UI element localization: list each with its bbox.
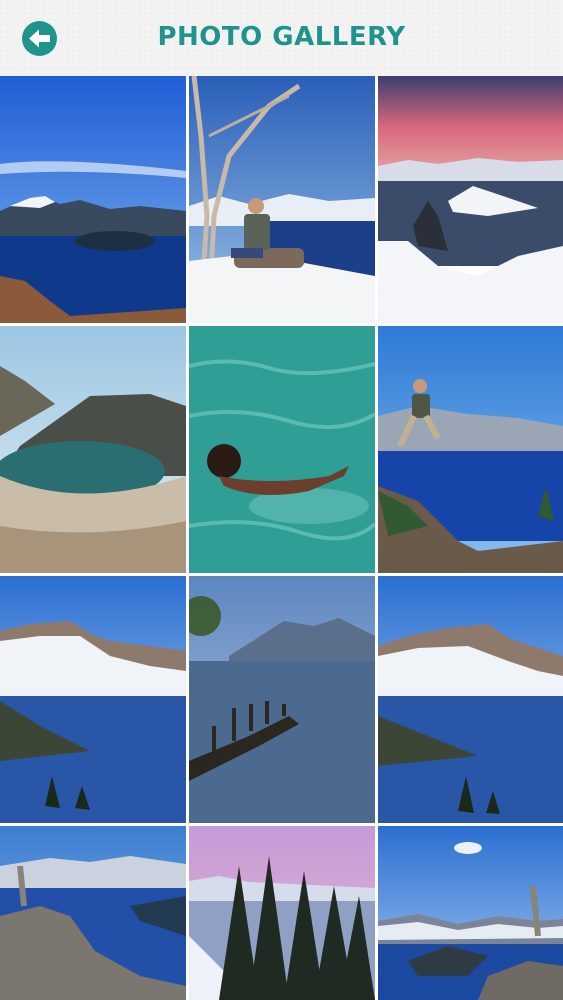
photo-tile-10[interactable] xyxy=(0,826,186,1000)
photo-sunset-snow-crater xyxy=(378,76,563,323)
photo-tile-8[interactable] xyxy=(189,576,375,823)
photo-tile-5[interactable] xyxy=(189,326,375,573)
photo-tile-2[interactable] xyxy=(189,76,375,323)
header-bar: PHOTO GALLERY xyxy=(0,0,563,76)
photo-lake-wizard-island xyxy=(0,76,186,323)
photo-tile-7[interactable] xyxy=(0,576,186,823)
photo-man-on-rock xyxy=(189,76,375,323)
page-title: PHOTO GALLERY xyxy=(157,22,406,52)
photo-snowy-cliff-lake-2 xyxy=(378,576,563,823)
photo-pink-sky-trees xyxy=(189,826,375,1000)
photo-tile-6[interactable] xyxy=(378,326,563,573)
photo-tile-9[interactable] xyxy=(378,576,563,823)
photo-tile-12[interactable] xyxy=(378,826,563,1000)
photo-tile-4[interactable] xyxy=(0,326,186,573)
photo-man-jumping xyxy=(378,326,563,573)
photo-tile-11[interactable] xyxy=(189,826,375,1000)
photo-tile-1[interactable] xyxy=(0,76,186,323)
photo-dock-lake xyxy=(189,576,375,823)
photo-tile-3[interactable] xyxy=(378,76,563,323)
photo-boy-swimming xyxy=(189,326,375,573)
photo-snowy-cliff-lake xyxy=(0,576,186,823)
photo-crater-lake-green xyxy=(0,326,186,573)
photo-rocky-viewpoint xyxy=(0,826,186,1000)
photo-grid xyxy=(0,76,563,1000)
photo-lake-blue-sky xyxy=(378,826,563,1000)
